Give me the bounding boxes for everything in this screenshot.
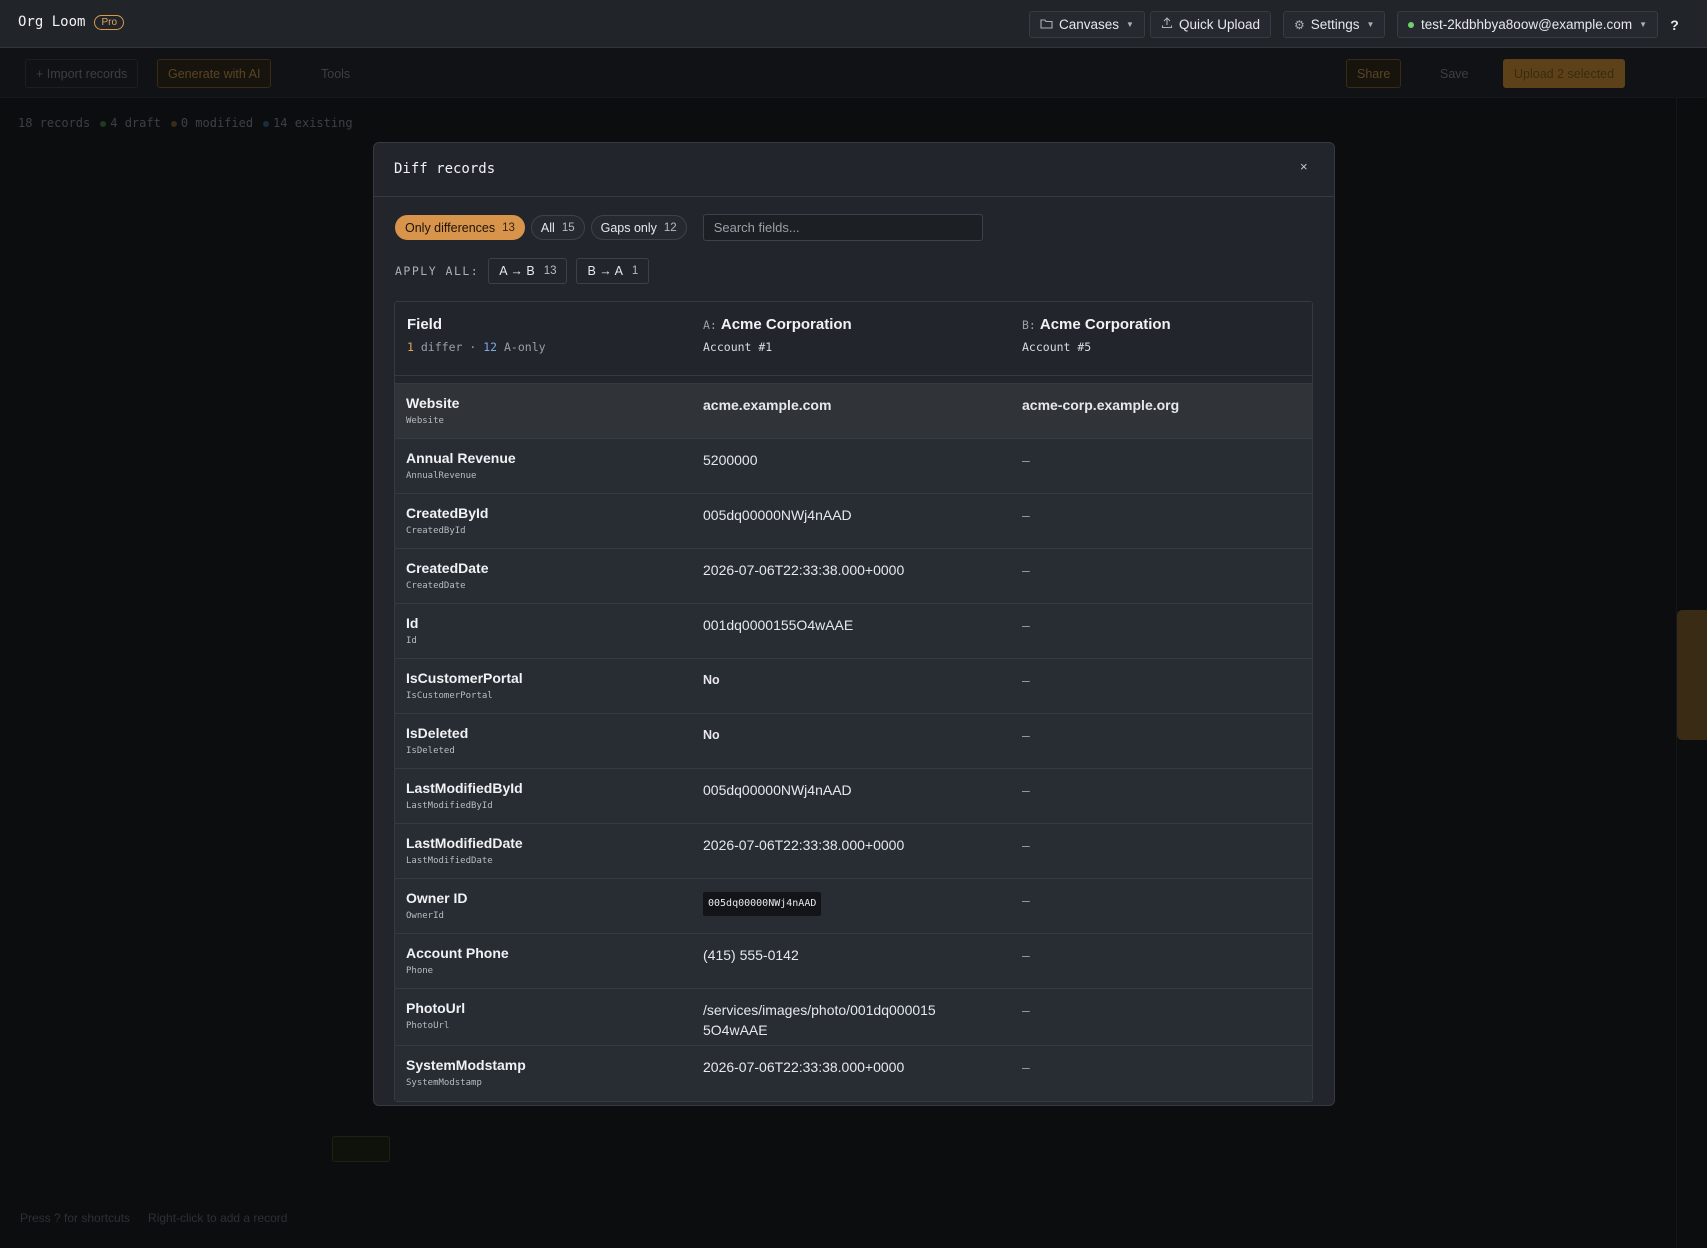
records-count: 18 records <box>18 116 91 130</box>
filter-gaps-only[interactable]: Gaps only 12 <box>590 215 687 240</box>
canvases-button[interactable]: Canvases ▼ <box>1029 11 1145 38</box>
value-b: – <box>1022 892 1030 908</box>
table-row[interactable]: LastModifiedById LastModifiedById 005dq00… <box>395 769 1312 824</box>
top-bar: Org Loom Pro Canvases ▼ Quick Upload ⚙ S… <box>0 0 1707 48</box>
value-a: 2026-07-06T22:33:38.000+0000 <box>703 837 905 853</box>
apply-all-bar: APPLY ALL: A → B 13 B → A1 <box>395 258 658 284</box>
field-column-header: Field 1 differ · 12 A-only <box>407 316 546 354</box>
value-b: – <box>1022 947 1030 963</box>
diff-records-modal: Diff records × Only differences 13 All 15 … <box>373 142 1335 1106</box>
filter-all[interactable]: All 15 <box>530 215 585 240</box>
value-a: 2026-07-06T22:33:38.000+0000 <box>703 1059 905 1075</box>
diff-table: Field 1 differ · 12 A-only A: Acme Corpor… <box>394 301 1313 1102</box>
modal-header: Diff records × <box>374 143 1334 197</box>
apply-b-to-a-button[interactable]: B → A1 <box>576 258 650 284</box>
value-b: – <box>1022 837 1030 853</box>
owner-id-code: 005dq00000NWj4nAAD <box>703 892 822 916</box>
table-row[interactable]: SystemModstamp SystemModstamp 2026-07-06T… <box>395 1046 1312 1101</box>
value-a: (415) 555-0142 <box>703 947 799 963</box>
diff-summary: 1 differ · 12 A-only <box>407 340 546 354</box>
canvases-label: Canvases <box>1059 17 1120 32</box>
value-b: – <box>1022 507 1030 523</box>
quick-upload-button[interactable]: Quick Upload <box>1150 11 1272 38</box>
settings-label: Settings <box>1310 17 1360 32</box>
shortcuts-hint: Press ? for shortcuts <box>20 1211 131 1225</box>
chevron-down-icon: ▼ <box>1366 20 1375 29</box>
value-b: – <box>1022 452 1030 468</box>
app-name: Org Loom <box>18 14 86 30</box>
modified-count: 0 modified <box>170 116 253 130</box>
existing-count: 14 existing <box>263 116 353 130</box>
canvas-footer: Press ? for shortcuts Right-click to add… <box>20 1211 287 1225</box>
value-a: 2026-07-06T22:33:38.000+0000 <box>703 562 905 578</box>
value-b: – <box>1022 672 1030 688</box>
draft-count: 4 draft <box>100 116 161 130</box>
settings-button[interactable]: ⚙ Settings ▼ <box>1283 11 1386 38</box>
canvas-toolbar: + Import records Generate with AI Tools … <box>0 48 1707 98</box>
search-fields-input[interactable] <box>702 214 983 241</box>
value-b: – <box>1022 782 1030 798</box>
header-spacer <box>395 376 1312 384</box>
upload-icon <box>1161 17 1173 32</box>
value-a: No <box>703 673 720 687</box>
table-row[interactable]: Owner ID OwnerId 005dq00000NWj4nAAD – <box>395 879 1312 934</box>
value-b: – <box>1022 1059 1030 1075</box>
close-icon[interactable]: × <box>1300 159 1308 174</box>
apply-all-label: APPLY ALL: <box>395 264 480 278</box>
user-menu-button[interactable]: test-2kdbhbya8oow@example.com ▼ <box>1397 11 1658 38</box>
value-b: – <box>1022 617 1030 633</box>
table-row[interactable]: PhotoUrl PhotoUrl /services/images/photo/… <box>395 989 1312 1046</box>
table-row[interactable]: Account Phone Phone (415) 555-0142 – <box>395 934 1312 989</box>
right-click-hint: Right-click to add a record <box>148 1211 288 1225</box>
value-b: – <box>1022 562 1030 578</box>
save-menu: Save <box>1430 59 1479 88</box>
value-a: 001dq0000155O4wAAE <box>703 617 854 633</box>
pro-badge: Pro <box>94 14 124 30</box>
value-a: 005dq00000NWj4nAAD <box>703 507 852 523</box>
help-button[interactable]: ? <box>1662 11 1687 38</box>
quick-upload-label: Quick Upload <box>1179 17 1261 32</box>
value-b: – <box>1022 727 1030 743</box>
diff-table-header: Field 1 differ · 12 A-only A: Acme Corpor… <box>395 302 1312 376</box>
side-panel-handle <box>1677 610 1707 740</box>
modal-title: Diff records <box>394 161 496 177</box>
folder-icon <box>1040 18 1053 32</box>
table-row[interactable]: CreatedDate CreatedDate 2026-07-06T22:33:… <box>395 549 1312 604</box>
online-status-dot <box>1408 21 1414 28</box>
table-row[interactable]: Annual Revenue AnnualRevenue 5200000 – <box>395 439 1312 494</box>
table-row[interactable]: IsDeleted IsDeleted No – <box>395 714 1312 769</box>
value-a: 005dq00000NWj4nAAD <box>703 782 852 798</box>
share-button: Share <box>1346 59 1402 88</box>
chevron-down-icon: ▼ <box>1126 20 1134 29</box>
filter-bar: Only differences 13 All 15 Gaps only 12 <box>395 214 983 241</box>
canvas-node <box>332 1136 390 1162</box>
value-b: – <box>1022 1002 1030 1018</box>
import-records-button: + Import records <box>25 59 139 88</box>
gear-icon: ⚙ <box>1294 17 1305 32</box>
table-row[interactable]: LastModifiedDate LastModifiedDate 2026-07… <box>395 824 1312 879</box>
table-row[interactable]: Website Website acme.example.com acme-cor… <box>395 384 1312 439</box>
apply-a-to-b-button[interactable]: A → B 13 <box>488 258 568 284</box>
records-stats: 18 records 4 draft 0 modified 14 existin… <box>18 116 353 130</box>
generate-ai-button: Generate with AI <box>157 59 272 88</box>
value-a: 5200000 <box>703 452 758 468</box>
table-row[interactable]: Id Id 001dq0000155O4wAAE – <box>395 604 1312 659</box>
tools-menu: Tools <box>311 59 361 88</box>
table-row[interactable]: IsCustomerPortal IsCustomerPortal No – <box>395 659 1312 714</box>
user-email: test-2kdbhbya8oow@example.com <box>1421 17 1633 32</box>
record-a-header: A: Acme Corporation Account #1 <box>703 316 852 354</box>
upload-selected-button: Upload 2 selected <box>1503 59 1626 88</box>
app-brand[interactable]: Org Loom Pro <box>18 14 124 30</box>
filter-only-differences[interactable]: Only differences 13 <box>395 215 525 240</box>
chevron-down-icon: ▼ <box>1639 20 1647 29</box>
record-b-header: B: Acme Corporation Account #5 <box>1022 316 1171 354</box>
value-a: /services/images/photo/001dq0000155O4wAA… <box>703 1002 936 1038</box>
value-b: acme-corp.example.org <box>1022 397 1180 413</box>
value-a: No <box>703 728 720 742</box>
table-row[interactable]: CreatedById CreatedById 005dq00000NWj4nAA… <box>395 494 1312 549</box>
value-a: acme.example.com <box>703 397 832 413</box>
